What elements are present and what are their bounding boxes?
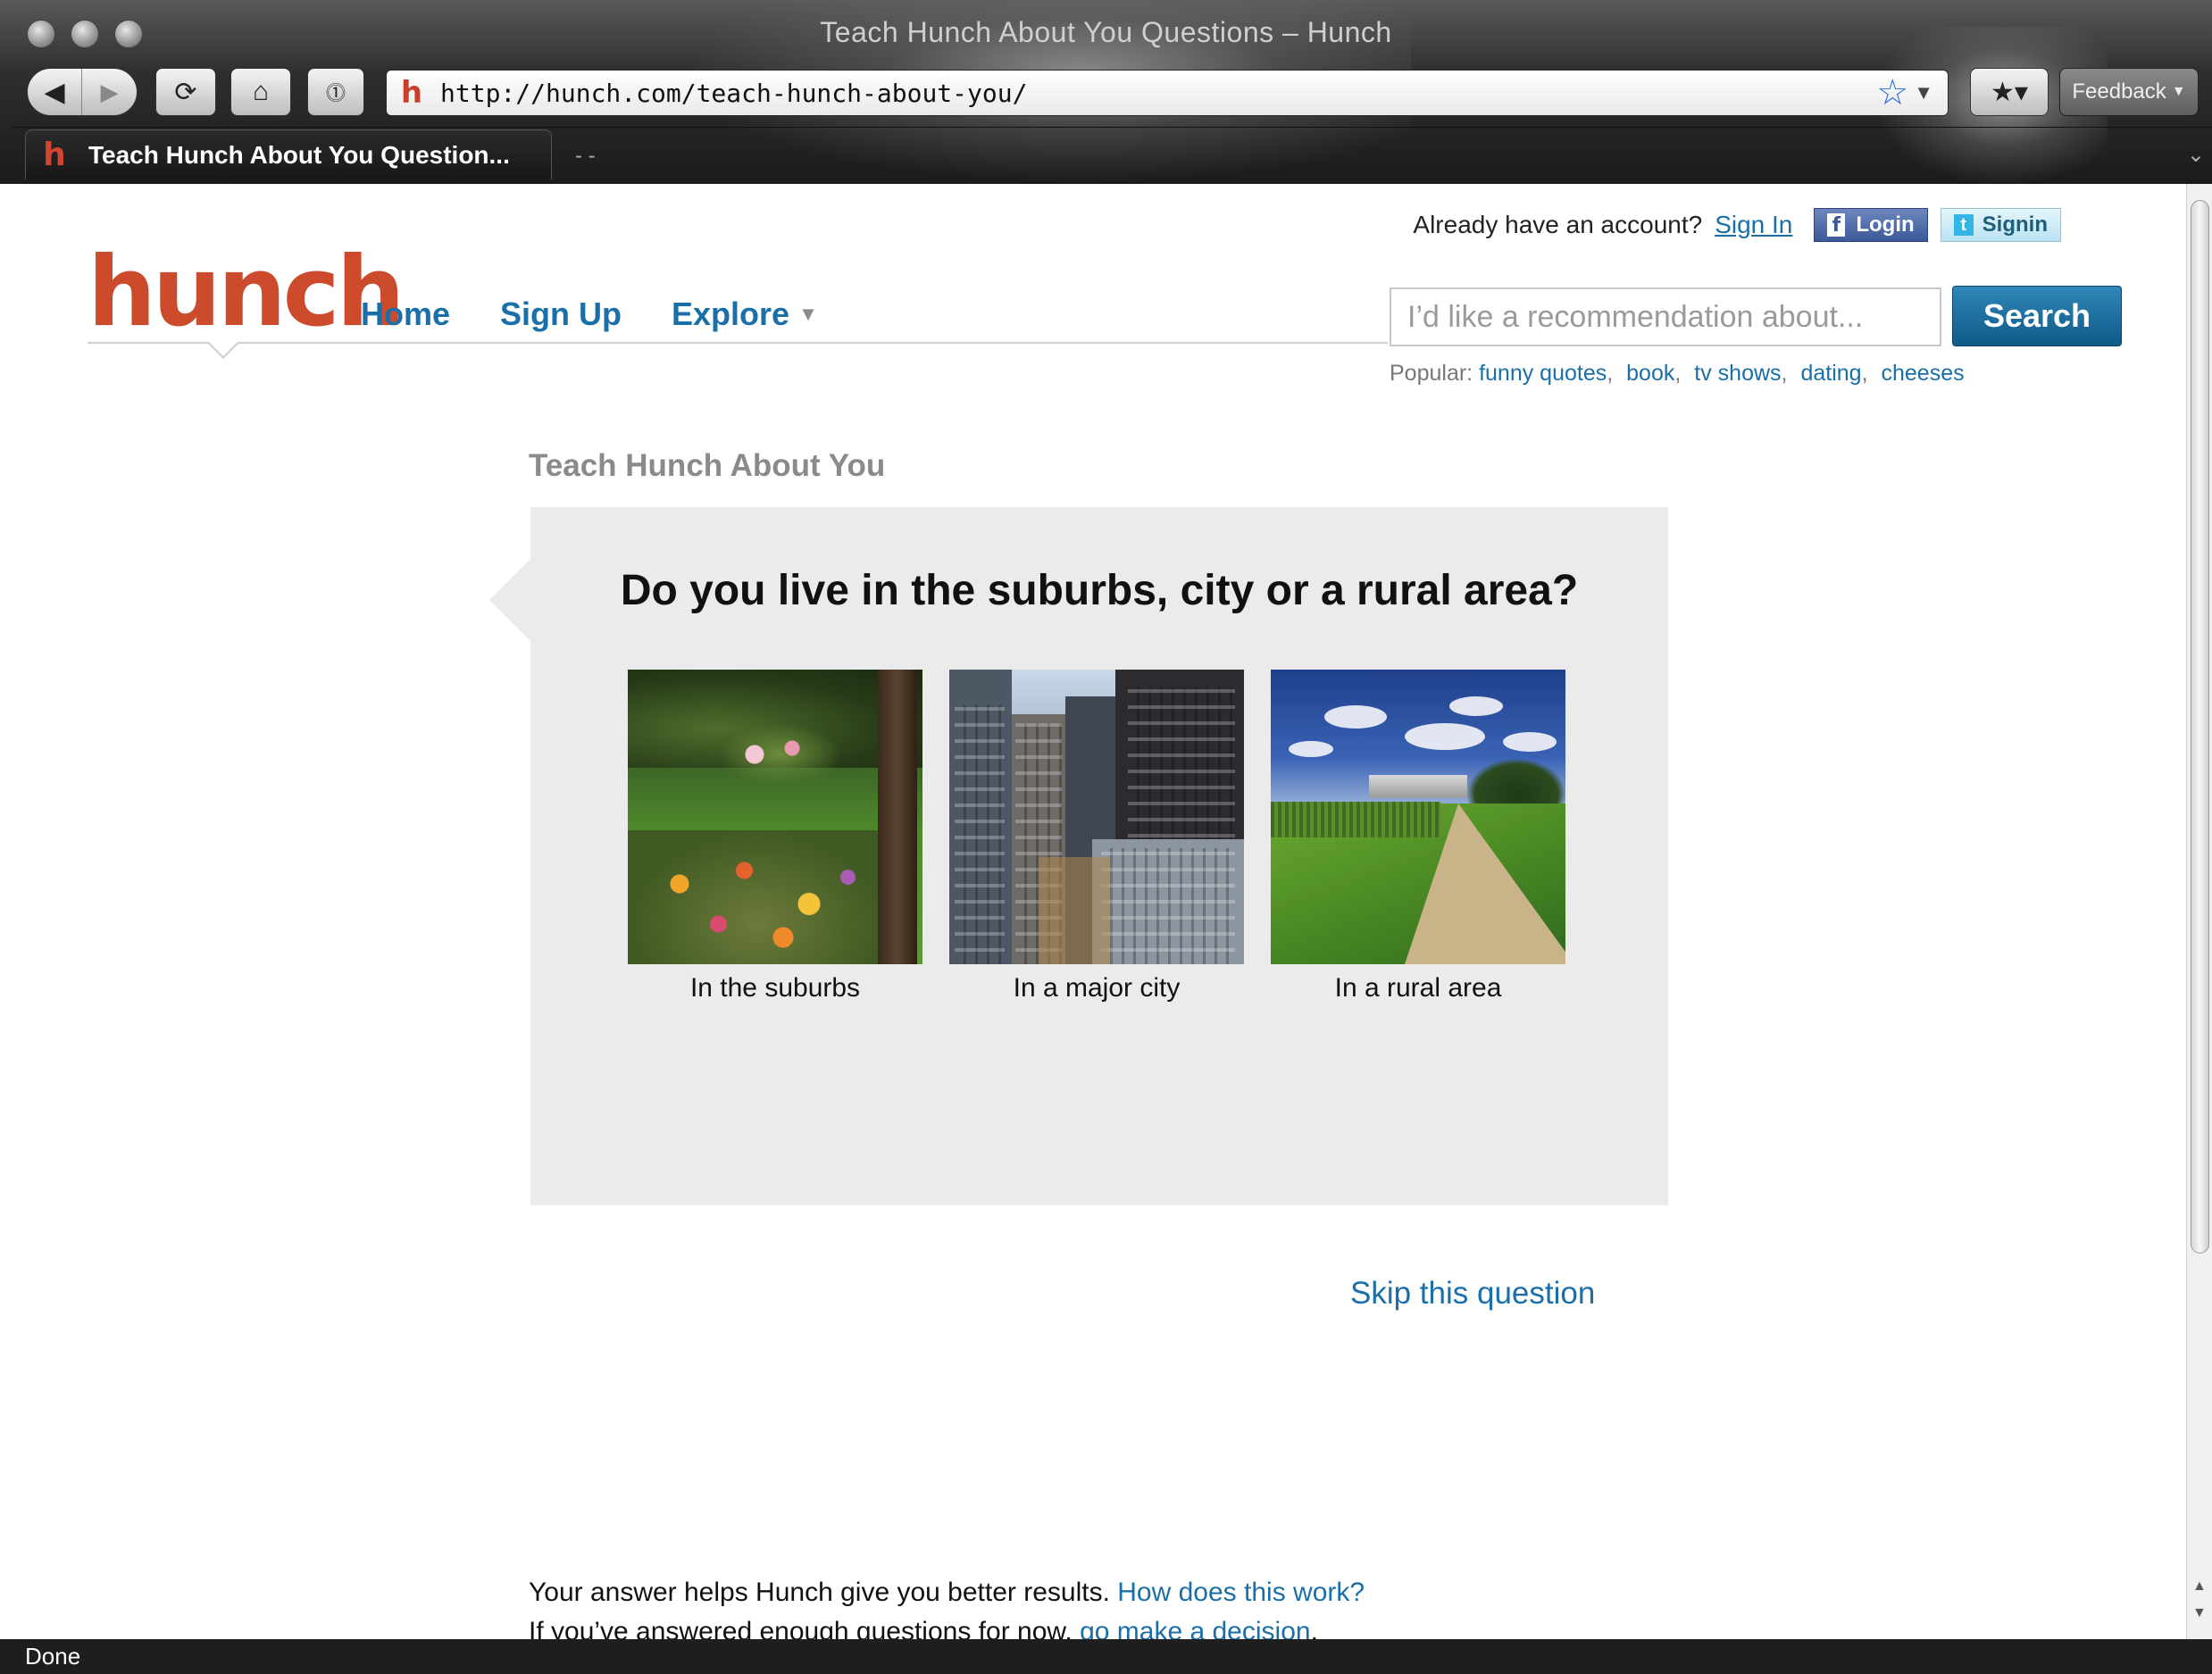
back-arrow-icon: ◀ — [44, 77, 65, 107]
twitter-signin-button[interactable]: t Signin — [1940, 208, 2061, 242]
facebook-login-button[interactable]: f Login — [1814, 208, 1928, 242]
choice-suburbs[interactable]: In the suburbs — [628, 670, 922, 1004]
nav-explore-link[interactable]: Explore ▼ — [672, 296, 818, 333]
skip-question-link[interactable]: Skip this question — [1350, 1276, 1595, 1312]
popular-label: Popular: — [1390, 361, 1473, 386]
scroll-thumb[interactable] — [2191, 200, 2209, 1253]
facebook-icon: f — [1827, 213, 1846, 237]
url-history-dropdown-icon[interactable]: ▼ — [1914, 81, 1933, 104]
twitter-signin-label: Signin — [1982, 212, 2048, 237]
nav-signup-link[interactable]: Sign Up — [500, 296, 622, 333]
home-button[interactable]: ⌂ — [230, 68, 291, 116]
popular-link[interactable]: book — [1626, 361, 1674, 386]
tab-strip: h Teach Hunch About You Question... - - … — [13, 127, 2212, 182]
site-favicon-icon: h — [400, 75, 423, 111]
section-title: Teach Hunch About You — [529, 448, 886, 483]
sign-in-link[interactable]: Sign In — [1715, 211, 1792, 239]
facebook-login-label: Login — [1856, 212, 1915, 237]
feedback-button[interactable]: Feedback ▼ — [2059, 68, 2199, 116]
choice-rural[interactable]: In a rural area — [1271, 670, 1565, 1004]
popular-link[interactable]: cheeses — [1881, 361, 1964, 386]
rural-photo[interactable] — [1271, 670, 1565, 964]
choice-label[interactable]: In a major city — [949, 973, 1244, 1004]
question-box-pointer — [489, 559, 530, 641]
popular-searches: Popular: funny quotes, book, tv shows, d… — [1390, 361, 1965, 386]
nav-divider — [88, 342, 1388, 344]
how-does-this-work-link[interactable]: How does this work? — [1117, 1578, 1365, 1607]
nav-home-link[interactable]: Home — [361, 296, 450, 333]
feedback-label: Feedback — [2072, 79, 2166, 104]
popular-link[interactable]: tv shows — [1694, 361, 1781, 386]
nav-indicator-notch-inner — [209, 342, 238, 356]
popular-link[interactable]: dating — [1800, 361, 1861, 386]
popular-link[interactable]: funny quotes — [1479, 361, 1607, 386]
twitter-icon: t — [1953, 214, 1974, 236]
search-button[interactable]: Search — [1952, 286, 2122, 346]
main-nav: Home Sign Up Explore ▼ — [361, 296, 868, 333]
chevron-down-icon: ▼ — [2171, 84, 2186, 99]
scroll-down-arrow-icon[interactable]: ▼ — [2192, 1605, 2207, 1621]
1password-icon: ⓵ — [325, 82, 346, 104]
home-icon: ⌂ — [252, 77, 270, 106]
search-input[interactable]: I’d like a recommendation about... — [1390, 287, 1941, 346]
nav-explore-label: Explore — [672, 296, 790, 332]
new-tab-button[interactable]: - - — [575, 144, 596, 169]
tab-active[interactable]: h Teach Hunch About You Question... — [25, 129, 552, 179]
choice-label[interactable]: In a rural area — [1271, 973, 1565, 1004]
back-button[interactable]: ◀ — [28, 69, 82, 115]
address-bar[interactable]: h http://hunch.com/teach-hunch-about-you… — [386, 70, 1949, 116]
footer-text-1: Your answer helps Hunch give you better … — [529, 1578, 1110, 1607]
bookmarks-icon: ★▾ — [1991, 77, 2028, 107]
footer-line-1: Your answer helps Hunch give you better … — [529, 1573, 1365, 1612]
status-bar: Done — [0, 1639, 2212, 1674]
choice-city[interactable]: In a major city — [949, 670, 1244, 1004]
account-prompt: Already have an account? — [1413, 211, 1703, 238]
tab-title: Teach Hunch About You Question... — [88, 140, 510, 169]
scroll-up-arrow-icon[interactable]: ▲ — [2192, 1578, 2207, 1595]
vertical-scrollbar[interactable]: ▲ ▼ — [2186, 184, 2212, 1639]
tab-list-chevron-icon[interactable]: ⌄ — [2187, 142, 2205, 168]
suburbs-photo[interactable] — [628, 670, 922, 964]
url-text[interactable]: http://hunch.com/teach-hunch-about-you/ — [440, 79, 1876, 108]
status-text: Done — [25, 1643, 81, 1670]
account-bar: Already have an account? Sign In f Login… — [1413, 208, 2061, 242]
hunch-logo[interactable]: hunch — [88, 245, 405, 341]
tab-favicon-icon: h — [43, 137, 66, 173]
city-photo[interactable] — [949, 670, 1244, 964]
chevron-down-icon: ▼ — [798, 303, 818, 325]
forward-arrow-icon: ▶ — [100, 78, 119, 105]
browser-chrome: Teach Hunch About You Questions – Hunch … — [0, 0, 2212, 184]
password-manager-button[interactable]: ⓵ — [307, 68, 364, 116]
bookmark-star-icon[interactable]: ☆ — [1876, 72, 1908, 113]
forward-button[interactable]: ▶ — [82, 69, 137, 115]
window-title: Teach Hunch About You Questions – Hunch — [820, 16, 1392, 48]
bookmarks-menu-button[interactable]: ★▾ — [1970, 68, 2049, 116]
back-forward-group: ◀ ▶ — [27, 68, 138, 116]
question-text: Do you live in the suburbs, city or a ru… — [620, 567, 1579, 614]
choice-label[interactable]: In the suburbs — [628, 973, 922, 1004]
reload-icon: ⟳ — [174, 77, 197, 107]
web-page: Already have an account? Sign In f Login… — [13, 184, 2186, 1646]
reload-button[interactable]: ⟳ — [155, 68, 216, 116]
